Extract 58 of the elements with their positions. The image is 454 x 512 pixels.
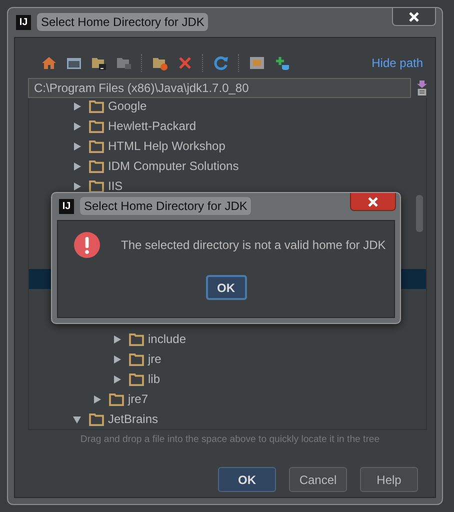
window-icon[interactable]	[66, 55, 82, 71]
folder-name[interactable]: IDM Computer Solutions	[108, 159, 239, 173]
refresh-icon[interactable]	[213, 55, 229, 71]
expand-arrow-icon[interactable]	[113, 334, 121, 344]
folder-name[interactable]: jre7	[128, 392, 148, 406]
folder-name[interactable]: Google	[108, 99, 147, 113]
folder-name[interactable]: Hewlett-Packard	[108, 119, 196, 133]
folder-name[interactable]: jre	[148, 352, 162, 366]
dialog-button[interactable]: OK	[218, 467, 276, 492]
expand-arrow-icon[interactable]	[113, 354, 121, 364]
folder-icon	[89, 120, 104, 132]
window-title: Select Home Directory for JDK	[37, 13, 208, 31]
add-cup-icon[interactable]	[274, 55, 290, 71]
folder-icon	[89, 412, 104, 426]
folder-icon	[129, 332, 144, 346]
close-button[interactable]	[350, 193, 396, 211]
path-field[interactable]: C:\Program Files (x86)\Java\jdk1.7.0_80	[28, 78, 411, 98]
folder-name[interactable]: IIS	[108, 179, 123, 193]
close-icon	[367, 196, 379, 206]
alert-title: Select Home Directory for JDK	[80, 197, 252, 215]
expand-arrow-icon[interactable]	[73, 162, 81, 170]
hide-path-link[interactable]: Hide path	[372, 56, 423, 70]
folder-name[interactable]: JetBrains	[108, 412, 158, 426]
delete-icon[interactable]	[177, 55, 193, 71]
alert-message: The selected directory is not a valid home for JDK	[121, 238, 386, 252]
expand-arrow-icon[interactable]	[73, 122, 81, 130]
folder-icon	[89, 180, 104, 192]
close-icon	[408, 12, 420, 22]
app-icon: IJ	[16, 14, 31, 30]
folder-icon	[109, 392, 124, 406]
dialog-button[interactable]: Cancel	[289, 467, 347, 492]
expand-arrow-icon[interactable]	[73, 414, 81, 424]
expand-arrow-icon[interactable]	[73, 102, 81, 110]
scrollbar-thumb[interactable]	[416, 195, 423, 232]
folder-name[interactable]: HTML Help Workshop	[108, 139, 226, 153]
close-button[interactable]	[392, 8, 436, 26]
new-folder-icon[interactable]	[152, 55, 168, 71]
folder-icon	[129, 352, 144, 366]
folder-icon	[89, 140, 104, 152]
expand-arrow-icon[interactable]	[113, 374, 121, 384]
folder-icon	[89, 160, 104, 172]
folder-icon	[129, 372, 144, 386]
frame-icon[interactable]	[249, 55, 265, 71]
folder-icon[interactable]	[116, 55, 132, 71]
ok-button[interactable]: OK	[206, 275, 246, 300]
dialog-button[interactable]: Help	[360, 467, 418, 492]
folder-terminal-icon[interactable]	[91, 55, 107, 71]
expand-arrow-icon[interactable]	[93, 394, 101, 404]
app-icon: IJ	[59, 198, 74, 214]
expand-arrow-icon[interactable]	[73, 182, 81, 190]
home-icon[interactable]	[41, 55, 57, 71]
folder-name[interactable]: include	[148, 332, 186, 346]
download-icon[interactable]	[417, 80, 427, 96]
hint-text: Drag and drop a file into the space above to quickly locate it in the tree	[79, 434, 381, 445]
error-icon	[73, 231, 101, 259]
expand-arrow-icon[interactable]	[73, 142, 81, 150]
folder-icon	[89, 100, 104, 112]
folder-name[interactable]: lib	[148, 372, 160, 386]
